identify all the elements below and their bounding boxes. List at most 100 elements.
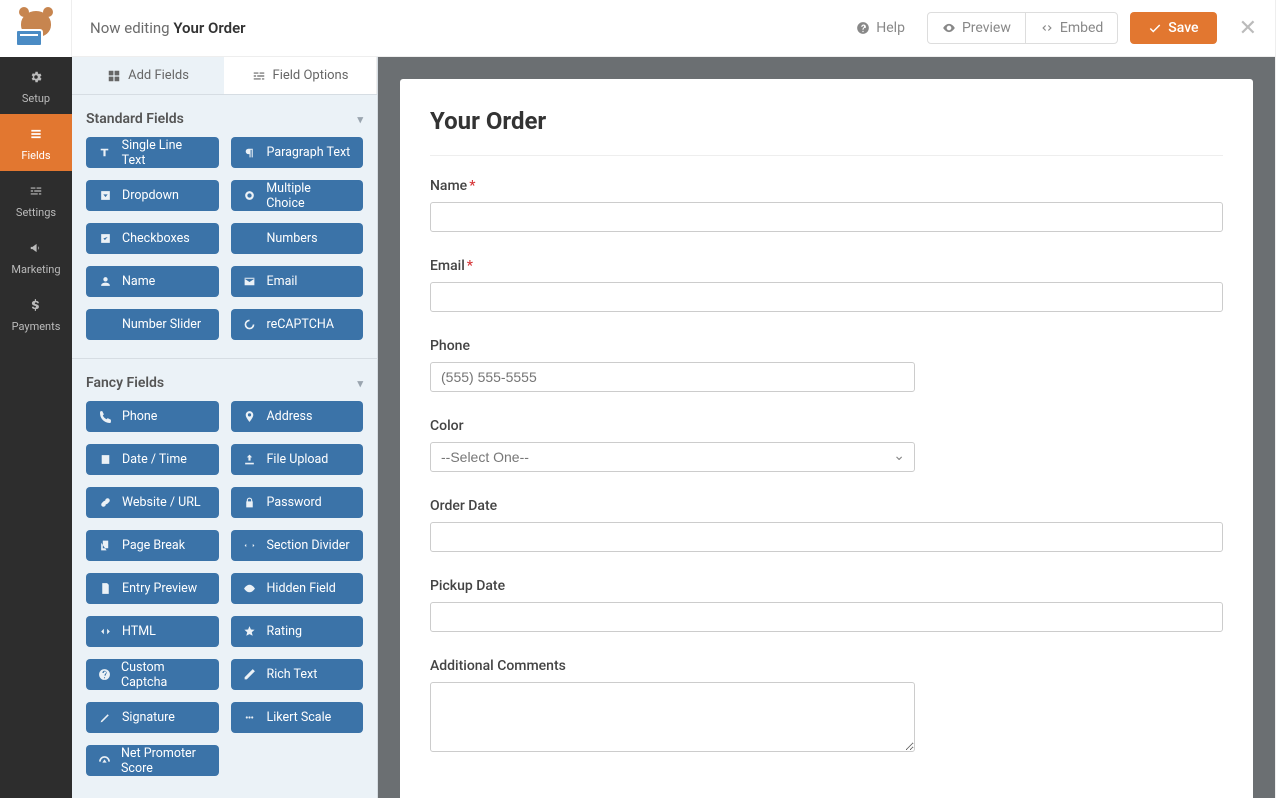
tab-label: Add Fields [128,68,189,83]
help-label: Help [876,20,905,36]
arrows-h-icon [243,539,257,553]
field-entry-preview[interactable]: Entry Preview [86,573,219,604]
field-nps[interactable]: Net Promoter Score [86,745,219,776]
field-label: Phone [430,338,1223,354]
field-phone[interactable]: Phone [430,338,1223,392]
star-icon [243,625,257,639]
comments-textarea[interactable] [430,682,915,752]
field-recaptcha[interactable]: reCAPTCHA [231,309,364,340]
eye-icon [942,21,956,35]
field-signature[interactable]: Signature [86,702,219,733]
sliders-icon [252,69,266,83]
field-color[interactable]: Color --Select One-- [430,418,1223,472]
wpforms-logo[interactable] [0,0,72,57]
nav-marketing[interactable]: Marketing [0,228,72,285]
field-name[interactable]: Name [86,266,219,297]
dollar-icon [25,294,47,316]
tab-add-fields[interactable]: Add Fields [72,57,224,94]
field-label: Name* [430,178,1223,194]
field-comments[interactable]: Additional Comments [430,658,1223,756]
field-hidden[interactable]: Hidden Field [231,573,364,604]
field-dropdown[interactable]: Dropdown [86,180,219,211]
field-likert[interactable]: Likert Scale [231,702,364,733]
required-indicator: * [467,258,473,274]
close-button[interactable]: ✕ [1239,16,1257,41]
field-multiple-choice[interactable]: Multiple Choice [231,180,364,211]
code-icon [1040,21,1054,35]
email-input[interactable] [430,282,1223,312]
form-sheet[interactable]: Your Order Name* Email* Phone [400,79,1253,798]
link-icon [98,496,112,510]
file-icon [98,582,112,596]
field-datetime[interactable]: Date / Time [86,444,219,475]
section-standard-fields[interactable]: Standard Fields ▾ [86,107,363,137]
field-label: Color [430,418,1223,434]
nav-label: Settings [16,206,56,219]
embed-button[interactable]: Embed [1026,13,1117,43]
grid-icon [107,69,121,83]
nav-fields[interactable]: Fields [0,114,72,171]
gear-icon [25,66,47,88]
map-marker-icon [243,410,257,424]
field-order-date[interactable]: Order Date [430,498,1223,552]
nav-label: Marketing [11,263,60,276]
editing-indicator: Now editing Your Order [90,19,246,37]
field-rating[interactable]: Rating [231,616,364,647]
calendar-icon [98,453,112,467]
field-address[interactable]: Address [231,401,364,432]
field-email[interactable]: Email* [430,258,1223,312]
tab-field-options[interactable]: Field Options [224,57,377,94]
name-input[interactable] [430,202,1223,232]
field-phone[interactable]: Phone [86,401,219,432]
nav-payments[interactable]: Payments [0,285,72,342]
field-name[interactable]: Name* [430,178,1223,232]
section-fancy-fields[interactable]: Fancy Fields ▾ [86,371,363,401]
nav-label: Setup [22,92,50,105]
help-link[interactable]: Help [846,14,915,42]
field-numbers[interactable]: Numbers [231,223,364,254]
edit-icon [243,668,257,682]
field-section-divider[interactable]: Section Divider [231,530,364,561]
field-html[interactable]: HTML [86,616,219,647]
preview-button[interactable]: Preview [928,13,1026,43]
sliders-icon [98,318,112,332]
nav-setup[interactable]: Setup [0,57,72,114]
field-pickup-date[interactable]: Pickup Date [430,578,1223,632]
help-icon [856,21,870,35]
check-icon [1148,21,1162,35]
field-single-line-text[interactable]: Single Line Text [86,137,219,168]
order-date-input[interactable] [430,522,1223,552]
chevron-down-icon: ▾ [357,113,363,126]
nav-settings[interactable]: Settings [0,171,72,228]
field-checkboxes[interactable]: Checkboxes [86,223,219,254]
field-email[interactable]: Email [231,266,364,297]
lock-icon [243,496,257,510]
field-rich-text[interactable]: Rich Text [231,659,364,690]
field-custom-captcha[interactable]: Custom Captcha [86,659,219,690]
section-title: Fancy Fields [86,375,164,391]
tab-label: Field Options [273,68,349,83]
list-icon [25,123,47,145]
question-icon [98,668,111,682]
embed-label: Embed [1060,20,1103,36]
field-number-slider[interactable]: Number Slider [86,309,219,340]
field-label: Email* [430,258,1223,274]
copy-icon [98,539,112,553]
phone-input[interactable] [430,362,915,392]
envelope-icon [243,275,257,289]
caret-square-icon [98,189,112,203]
color-select[interactable]: --Select One-- [430,442,915,472]
chevron-down-icon: ▾ [357,377,363,390]
field-file-upload[interactable]: File Upload [231,444,364,475]
save-button[interactable]: Save [1130,12,1216,44]
field-paragraph-text[interactable]: Paragraph Text [231,137,364,168]
check-square-icon [98,232,112,246]
upload-icon [243,453,257,467]
hash-icon [243,232,257,246]
field-page-break[interactable]: Page Break [86,530,219,561]
field-website[interactable]: Website / URL [86,487,219,518]
field-password[interactable]: Password [231,487,364,518]
tachometer-icon [98,754,111,768]
pickup-date-input[interactable] [430,602,1223,632]
form-title[interactable]: Your Order [430,107,1223,135]
